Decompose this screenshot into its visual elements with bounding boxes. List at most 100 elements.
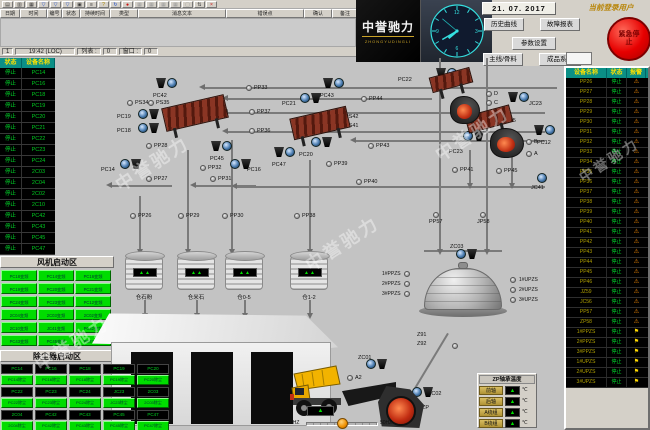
dust-device-button[interactable]: PC19 xyxy=(103,364,135,374)
fan-vfd-button[interactable]: PC16变频 xyxy=(75,270,111,281)
history-curve-button[interactable]: 历史曲线 xyxy=(484,18,524,31)
motor-jc41[interactable] xyxy=(537,173,547,183)
device-row[interactable]: 停止 PC23 xyxy=(0,145,55,156)
temp-label-button[interactable]: B绕组 xyxy=(479,419,503,428)
device-row[interactable]: 停止 PC47 xyxy=(0,244,55,255)
dust-start-button[interactable]: 2C03除尘 xyxy=(137,398,169,408)
fan-vfd-button[interactable]: 2C03变频 xyxy=(38,309,74,320)
frequency-slider-handle[interactable] xyxy=(337,418,348,429)
device-row[interactable]: PP42 停止 ⚠ xyxy=(566,238,648,248)
fan-vfd-button[interactable]: PC21变频 xyxy=(75,283,111,294)
dust-start-button[interactable]: PC23除尘 xyxy=(35,398,67,408)
temp-label-button[interactable]: A绕组 xyxy=(479,408,503,417)
dust-start-button[interactable]: PC24除尘 xyxy=(69,398,101,408)
device-row[interactable]: PP38 停止 ⚠ xyxy=(566,198,648,208)
device-row[interactable]: ZP58 停止 ⚠ xyxy=(566,318,648,328)
dust-start-button[interactable]: PC20除尘 xyxy=(137,375,169,385)
device-row[interactable]: 3#UPZS 停止 ⚑ xyxy=(566,378,648,388)
hopper-motor-pc20[interactable] xyxy=(311,137,332,147)
toolbar-icon[interactable]: ≡ xyxy=(86,1,97,8)
device-row[interactable]: PP44 停止 ⚠ xyxy=(566,258,648,268)
fan-vfd-button[interactable]: JC41变频 xyxy=(38,322,74,333)
temp-label-button[interactable]: 前轴 xyxy=(479,386,503,395)
toolbar-icon[interactable]: ▦ xyxy=(170,1,181,8)
vibrating-screen-2[interactable] xyxy=(289,106,350,140)
device-row[interactable]: PP37 停止 ⚠ xyxy=(566,188,648,198)
device-row[interactable]: PP41 停止 ⚠ xyxy=(566,228,648,238)
hopper-motor-pc12[interactable] xyxy=(534,125,555,135)
dust-device-button[interactable]: PC16 xyxy=(35,364,67,374)
toolbar-icon[interactable]: ▢ xyxy=(182,1,193,8)
fan-vfd-button[interactable]: PC45变频 xyxy=(38,335,74,346)
dust-device-button[interactable]: PC43 xyxy=(69,410,101,420)
dust-start-button[interactable]: PC22除尘 xyxy=(1,398,33,408)
device-row[interactable]: JZ59 停止 ⚠ xyxy=(566,288,648,298)
hopper-motor-pc14[interactable] xyxy=(120,159,141,169)
device-row[interactable]: 1#PPZS 停止 ⚑ xyxy=(566,328,648,338)
dust-device-button[interactable]: PC45 xyxy=(103,410,135,420)
device-row[interactable]: 停止 PC42 xyxy=(0,211,55,222)
toolbar-icon[interactable]: ▽ xyxy=(62,1,73,8)
device-row[interactable]: PP35 停止 ⚠ xyxy=(566,168,648,178)
fan-vfd-button[interactable]: 2C10变频 xyxy=(1,322,37,333)
device-row[interactable]: PP29 停止 ⚠ xyxy=(566,108,648,118)
device-row[interactable]: PP34 停止 ⚠ xyxy=(566,158,648,168)
device-row[interactable]: 2#PPZS 停止 ⚑ xyxy=(566,338,648,348)
device-row[interactable]: PP39 停止 ⚠ xyxy=(566,208,648,218)
parameter-settings-button[interactable]: 参数设置 xyxy=(512,37,556,50)
device-row[interactable]: 停止 2C04 xyxy=(0,178,55,189)
device-row[interactable]: PP45 停止 ⚠ xyxy=(566,268,648,278)
device-row[interactable]: PP31 停止 ⚠ xyxy=(566,128,648,138)
right-panel-button[interactable] xyxy=(566,52,592,65)
fan-vfd-button[interactable]: PC12变频 xyxy=(75,296,111,307)
toolbar-icon[interactable]: ↻ xyxy=(110,1,121,8)
device-row[interactable]: PP27 停止 ⚠ xyxy=(566,88,648,98)
dust-device-button[interactable]: PC42 xyxy=(35,410,67,420)
hopper-motor-jc23[interactable] xyxy=(508,92,529,102)
device-row[interactable]: 停止 PC18 xyxy=(0,90,55,101)
device-row[interactable]: 停止 PC24 xyxy=(0,156,55,167)
toolbar-icon[interactable]: ▥ xyxy=(14,1,25,8)
dust-device-button[interactable]: PC20 xyxy=(137,364,169,374)
dust-start-button[interactable]: PC45除尘 xyxy=(103,421,135,430)
dust-start-button[interactable]: PC18除尘 xyxy=(69,375,101,385)
device-row[interactable]: 停止 PC20 xyxy=(0,112,55,123)
dust-start-button[interactable]: PC14除尘 xyxy=(1,375,33,385)
hopper-motor-zc03[interactable] xyxy=(456,249,477,259)
fan-vfd-button[interactable]: 2C04变频 xyxy=(1,309,37,320)
cone-crusher-2[interactable] xyxy=(490,128,524,158)
device-row[interactable]: PP32 停止 ⚠ xyxy=(566,138,648,148)
dust-device-button[interactable]: PC14 xyxy=(1,364,33,374)
dust-device-button[interactable]: JC23 xyxy=(103,387,135,397)
fan-vfd-button[interactable]: PC18变频 xyxy=(1,270,37,281)
device-row[interactable]: 2#UPZS 停止 ⚑ xyxy=(566,368,648,378)
device-row[interactable]: 停止 2C02 xyxy=(0,189,55,200)
temp-label-button[interactable]: 后轴 xyxy=(479,397,503,406)
cone-crusher-1[interactable] xyxy=(450,96,480,124)
toolbar-icon[interactable]: ▽ xyxy=(38,1,49,8)
device-row[interactable]: 停止 PC22 xyxy=(0,134,55,145)
toolbar-icon[interactable]: ⇅ xyxy=(194,1,205,8)
dust-device-button[interactable]: PC24 xyxy=(69,387,101,397)
dust-start-button[interactable]: PC47除尘 xyxy=(137,421,169,430)
device-row[interactable]: 3#PPZS 停止 ⚑ xyxy=(566,348,648,358)
device-row[interactable]: PP28 停止 ⚠ xyxy=(566,98,648,108)
device-row[interactable]: PP40 停止 ⚠ xyxy=(566,218,648,228)
dust-start-button[interactable]: PC43除尘 xyxy=(69,421,101,430)
toolbar-icon[interactable]: ▦ xyxy=(158,1,169,8)
dust-start-button[interactable]: PC16除尘 xyxy=(35,375,67,385)
device-row[interactable]: PP43 停止 ⚠ xyxy=(566,248,648,258)
toolbar-icon[interactable]: ▦ xyxy=(26,1,37,8)
toolbar-icon[interactable]: ▽ xyxy=(50,1,61,8)
device-row[interactable]: 停止 PC16 xyxy=(0,79,55,90)
device-row[interactable]: PP26 停止 ⚠ xyxy=(566,78,648,88)
toolbar-icon[interactable]: ▦ xyxy=(134,1,145,8)
dust-device-button[interactable]: PC23 xyxy=(35,387,67,397)
hopper-motor-pc42[interactable] xyxy=(156,78,177,88)
toolbar-icon[interactable]: ? xyxy=(98,1,109,8)
emergency-stop-button[interactable]: 紧急停止 xyxy=(607,17,650,61)
device-row[interactable]: PP33 停止 ⚠ xyxy=(566,148,648,158)
device-row[interactable]: PP57 停止 ⚠ xyxy=(566,308,648,318)
dust-device-button[interactable]: PC47 xyxy=(137,410,169,420)
toolbar-icon[interactable]: ● xyxy=(122,1,133,8)
